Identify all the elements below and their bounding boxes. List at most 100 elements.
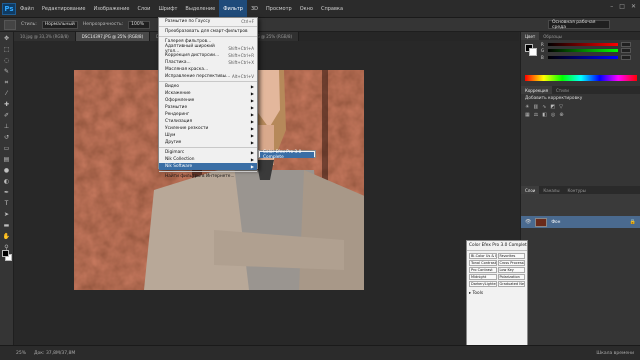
healing-tool-icon[interactable]: ✚ — [2, 100, 12, 109]
mode-select[interactable]: Нормальный — [41, 20, 78, 29]
dodge-tool-icon[interactable]: ◐ — [2, 177, 12, 186]
menu-edit[interactable]: Редактирование — [38, 0, 90, 18]
cep-filter-button[interactable]: Polarization — [497, 274, 525, 280]
blur-tool-icon[interactable]: ● — [2, 166, 12, 175]
menu-item-stylize[interactable]: Стилизация ▶ — [159, 118, 257, 125]
doc-tab-active[interactable]: DSC14397.JPG @ 25% (RGB/8) — [75, 32, 151, 41]
menu-item-distort[interactable]: Искажение ▶ — [159, 90, 257, 97]
cep-filter-button[interactable]: Midnight — [469, 274, 497, 280]
menu-item-digimarc[interactable]: Digimarc ▶ — [159, 149, 257, 156]
tool-preset-picker[interactable] — [4, 19, 16, 30]
tab-paths[interactable]: Контуры — [563, 186, 589, 194]
menu-3d[interactable]: 3D — [247, 0, 262, 18]
opacity-field[interactable]: 100% — [128, 20, 151, 29]
menu-select[interactable]: Выделение — [181, 0, 219, 18]
tab-styles[interactable]: Стили — [552, 86, 573, 94]
eraser-tool-icon[interactable]: ▭ — [2, 144, 12, 153]
tab-channels[interactable]: Каналы — [539, 186, 563, 194]
layers-panel-tabs: Слои Каналы Контуры — [521, 186, 640, 194]
cep-filter-button[interactable]: Low Key — [497, 267, 525, 273]
menu-item-convert-smart[interactable]: Преобразовать для смарт-фильтров — [159, 28, 257, 35]
brightness-icon[interactable]: ☀ — [525, 104, 529, 110]
cep-filter-button[interactable]: Bi-Color Us & Filt — [469, 253, 497, 259]
slider-g[interactable]: G — [521, 47, 640, 54]
doc-tab[interactable]: 10.jpg @ 33,3% (RGB/8) — [14, 32, 76, 41]
menu-view[interactable]: Просмотр — [262, 0, 296, 18]
path-select-tool-icon[interactable]: ➤ — [2, 210, 12, 219]
crop-tool-icon[interactable]: ⌗ — [2, 78, 12, 87]
maximize-icon[interactable]: □ — [619, 3, 625, 10]
curves-icon[interactable]: ∿ — [542, 104, 546, 110]
color-bg-swatch[interactable] — [529, 48, 537, 56]
zoom-level[interactable]: 25% — [16, 351, 26, 356]
menu-item-liquify[interactable]: Пластика... Shift+Ctrl+X — [159, 59, 257, 66]
gradient-tool-icon[interactable]: ▤ — [2, 155, 12, 164]
timeline-label[interactable]: Шкала времени — [596, 351, 634, 356]
menu-item-browse-online[interactable]: Найти фильтры в Интернете... — [159, 173, 257, 180]
brush-tool-icon[interactable]: ✐ — [2, 111, 12, 120]
cep-filter-button[interactable]: Cross Processing — [497, 260, 525, 266]
cep-filter-button[interactable]: Favorites — [497, 253, 525, 259]
tab-layers[interactable]: Слои — [521, 186, 540, 194]
vibrance-icon[interactable]: ▽ — [559, 104, 563, 110]
menu-item-video[interactable]: Видео ▶ — [159, 83, 257, 90]
tab-color[interactable]: Цвет — [521, 32, 540, 40]
color-spectrum[interactable] — [525, 75, 637, 81]
type-tool-icon[interactable]: T — [2, 199, 12, 208]
menu-item-noise[interactable]: Шум ▶ — [159, 132, 257, 139]
menu-item-nik-collection[interactable]: Nik Collection ▶ — [159, 156, 257, 163]
menu-item-other[interactable]: Другие ▶ — [159, 139, 257, 146]
color-balance-icon[interactable]: ⚖ — [534, 112, 538, 118]
stamp-tool-icon[interactable]: ⊥ — [2, 122, 12, 131]
submenu-item-color-efex[interactable]: Color Efex Pro 3.0 Complete — [260, 150, 314, 160]
slider-b[interactable]: B — [521, 54, 640, 61]
move-tool-icon[interactable]: ✥ — [2, 34, 12, 43]
photo-filter-icon[interactable]: ◎ — [551, 112, 555, 118]
menu-file[interactable]: Файл — [16, 0, 38, 18]
menu-layers[interactable]: Слои — [133, 0, 154, 18]
quick-select-tool-icon[interactable]: ✎ — [2, 67, 12, 76]
photoshop-logo: Ps — [2, 2, 16, 15]
menu-item-pixelate[interactable]: Оформление ▶ — [159, 97, 257, 104]
menu-item-adaptive-wide[interactable]: Адаптивный широкий угол... Shift+Ctrl+A — [159, 44, 257, 54]
channel-mixer-icon[interactable]: ⊕ — [559, 112, 563, 118]
eyedropper-tool-icon[interactable]: ⁄ — [2, 89, 12, 98]
history-brush-tool-icon[interactable]: ↺ — [2, 133, 12, 142]
cep-filter-button[interactable]: Darken/Lighten — [469, 281, 497, 287]
menu-item-gaussian-blur[interactable]: Размытие по Гауссу Ctrl+F — [159, 18, 257, 25]
layer-row[interactable]: 👁 Фон 🔒 — [521, 216, 640, 228]
menu-item-render[interactable]: Рендеринг ▶ — [159, 111, 257, 118]
menu-image[interactable]: Изображение — [89, 0, 133, 18]
menu-item-oil-paint[interactable]: Масляная краска... — [159, 66, 257, 73]
minimize-icon[interactable]: – — [610, 3, 613, 10]
marquee-tool-icon[interactable]: ⬚ — [2, 45, 12, 54]
exposure-icon[interactable]: ◩ — [550, 104, 555, 110]
workspace-select[interactable]: Основная рабочая среда — [548, 20, 610, 30]
tab-swatches[interactable]: Образцы — [539, 32, 566, 40]
pen-tool-icon[interactable]: ✒ — [2, 188, 12, 197]
foreground-color-swatch[interactable] — [2, 250, 9, 257]
tab-adjustments[interactable]: Коррекция — [521, 86, 552, 94]
shape-tool-icon[interactable]: ▬ — [2, 221, 12, 230]
hand-tool-icon[interactable]: ✋ — [2, 232, 12, 241]
menu-help[interactable]: Справка — [317, 0, 347, 18]
menu-window[interactable]: Окно — [296, 0, 317, 18]
levels-icon[interactable]: ▥ — [533, 104, 538, 110]
menu-item-sharpen[interactable]: Усиление резкости ▶ — [159, 125, 257, 132]
lasso-tool-icon[interactable]: ◌ — [2, 56, 12, 65]
cep-filter-button[interactable]: Pro Contrast — [469, 267, 497, 273]
menu-type[interactable]: Шрифт — [154, 0, 181, 18]
slider-r[interactable]: R — [521, 40, 640, 47]
close-icon[interactable]: ✕ — [631, 3, 636, 10]
bw-icon[interactable]: ◧ — [542, 112, 547, 118]
hue-sat-icon[interactable]: ▦ — [525, 112, 530, 118]
eye-icon[interactable]: 👁 — [525, 219, 531, 225]
menu-item-blur[interactable]: Размытие ▶ — [159, 104, 257, 111]
cep-filter-button[interactable]: Graduated Neutral — [497, 281, 525, 287]
cep-filter-button[interactable]: Tonal Contrast — [469, 260, 497, 266]
menu-filter[interactable]: Фильтр — [219, 0, 247, 18]
cep-tools-header[interactable]: ▸ Tools — [467, 289, 527, 298]
menu-item-vanishing-point[interactable]: Исправление перспективы... Alt+Ctrl+V — [159, 73, 257, 80]
menu-item-lens-correction[interactable]: Коррекция дисторсии... Shift+Ctrl+R — [159, 52, 257, 59]
menu-item-nik-software[interactable]: Nik Software ▶ — [159, 163, 257, 170]
